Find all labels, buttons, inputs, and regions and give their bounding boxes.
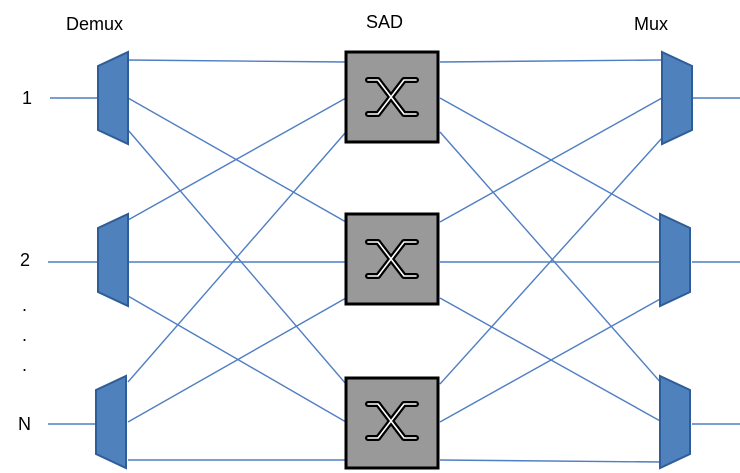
ellipsis-dot: .: [22, 355, 28, 375]
port-label-n: N: [18, 414, 31, 434]
demux-block-n: [95, 374, 127, 470]
demux-block-2: [97, 212, 129, 308]
sad-network-diagram: [48, 50, 740, 470]
ellipsis-dot: .: [22, 325, 28, 345]
demux-block-1: [97, 50, 129, 146]
port-label-2: 2: [20, 250, 31, 270]
demux-label: Demux: [66, 14, 124, 34]
sad-switch-n: [344, 376, 440, 470]
mux-label: Mux: [634, 14, 669, 34]
ellipsis-dot: .: [22, 295, 28, 315]
switch-to-mux-fibers: [439, 59, 663, 463]
mux-block-n: [659, 374, 691, 470]
sad-switch-1: [344, 50, 440, 144]
mux-block-2: [659, 212, 691, 308]
demux-to-switch-fibers: [127, 59, 347, 461]
sad-switch-2: [344, 212, 440, 306]
sad-label: SAD: [366, 12, 404, 32]
mux-block-1: [661, 50, 693, 146]
port-label-1: 1: [22, 88, 33, 108]
